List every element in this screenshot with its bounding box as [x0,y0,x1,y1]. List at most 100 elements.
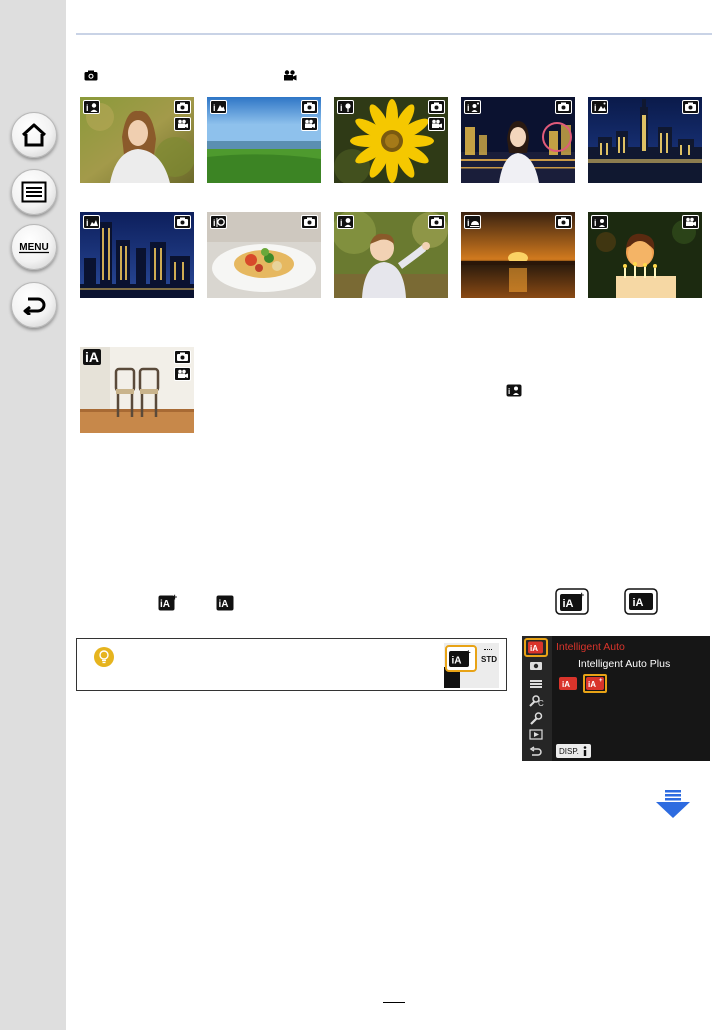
next-page-arrow-icon[interactable] [656,790,690,818]
mode-display-thumbnail: iA + STD [444,643,499,688]
scene-thumbnail-night-portrait: i [461,97,575,183]
video-icon [301,117,318,131]
svg-text:+: + [579,590,584,600]
handheld-night-mode-icon: i [83,215,100,229]
svg-text:i: i [594,218,597,228]
photo-icon [428,100,445,114]
photo-icon [428,215,445,229]
svg-text:i: i [340,218,343,228]
lightbulb-icon [94,647,114,667]
video-icon [284,70,297,81]
disp-info-button[interactable]: DISP. [556,744,591,758]
scene-thumbnail-intelligent-auto: iA [80,347,194,433]
setup-menu-icon[interactable] [529,712,543,725]
custom-menu-icon[interactable]: C [528,694,544,707]
disp-label: DISP. [559,746,579,756]
svg-text:i: i [213,218,216,228]
back-icon [23,297,46,315]
night-scenery-mode-icon: i [591,100,608,114]
intelligent-auto-option-icon[interactable]: iA [558,676,578,691]
svg-text:+: + [172,592,177,602]
intelligent-auto-icon: iA [216,595,234,611]
svg-text:iA: iA [562,680,570,689]
intelligent-auto-plus-button-icon: iA + [555,588,589,615]
svg-text:iA: iA [160,599,170,610]
scene-thumbnail-sunset: i [461,212,575,298]
svg-text:+: + [599,678,603,684]
intelligent-auto-plus-option-icon: iA + [586,677,604,690]
scene-thumbnail-night-scenery: i [588,97,702,183]
video-icon [682,215,699,229]
sunset-mode-icon: i [464,215,481,229]
photo-icon [555,215,572,229]
night-portrait-mode-icon: i [464,100,481,114]
ia-menu-tab-selected[interactable]: iA [524,638,548,657]
svg-text:i: i [508,387,510,396]
photo-icon [301,215,318,229]
low-light-mode-icon: i [591,215,608,229]
scene-thumbnail-food: i [207,212,321,298]
video-icon [428,117,445,131]
scene-thumbnail-scenery: i [207,97,321,183]
menu-button[interactable]: MENU [11,224,57,270]
back-button[interactable] [11,282,57,328]
page-number-underline [383,1002,405,1003]
photo-icon [174,100,191,114]
back-icon[interactable] [529,746,543,757]
home-button[interactable] [11,112,57,158]
tip-box: iA + STD [76,638,507,691]
scene-thumbnail-portrait: i [80,97,194,183]
scene-thumbnail-macro: i [334,97,448,183]
scene-thumbnail-handheld-night: i [80,212,194,298]
sparkle-icon [484,649,492,653]
svg-text:+: + [466,648,471,657]
photo-icon [174,350,191,364]
svg-text:i: i [594,103,597,113]
svg-text:iA: iA [563,598,574,610]
video-icon [174,117,191,131]
photo-icon [555,100,572,114]
menu-side-tabs: iA C [522,636,552,761]
photo-icon [682,100,699,114]
macro-mode-icon: i [337,100,354,114]
playback-menu-icon[interactable] [529,729,543,740]
svg-text:iA: iA [219,599,229,610]
svg-text:C: C [538,699,544,707]
svg-text:i: i [86,103,89,113]
intelligent-auto-button-icon: iA [624,588,658,615]
mode-highlight-frame: iA + [445,645,477,672]
intelligent-auto-plus-icon: iA + [449,648,471,667]
photo-icon [174,215,191,229]
menu-icon: MENU [19,242,49,254]
scene-thumbnail-baby: i [334,212,448,298]
scenery-mode-icon: i [210,100,227,114]
intelligent-auto-plus-icon: iA + [158,592,177,611]
svg-text:iA: iA [530,644,538,653]
portrait-mode-icon: i [83,100,100,114]
header-divider [76,33,712,35]
svg-text:i: i [340,103,343,113]
intelligent-auto-plus-option-selected[interactable]: iA + [583,674,607,693]
contents-icon [21,181,47,203]
motion-picture-menu-icon[interactable] [529,678,543,689]
contents-button[interactable] [11,169,57,215]
svg-text:i: i [467,218,470,228]
home-icon [21,123,47,147]
svg-text:i: i [86,218,89,228]
baby-mode-icon: i [337,215,354,229]
svg-text:iA: iA [588,680,596,689]
scene-thumbnail-low-light: i [588,212,702,298]
photo-icon [301,100,318,114]
rec-menu-icon[interactable] [529,660,543,671]
lcd-selected-option: Intelligent Auto Plus [578,658,671,670]
svg-text:MENU: MENU [19,242,48,253]
photo-icon [84,70,98,81]
svg-text:i: i [213,103,216,113]
intelligent-auto-icon: iA [83,349,101,365]
svg-text:iA: iA [452,656,462,667]
navigation-rail: MENU [0,0,66,1030]
svg-text:iA: iA [633,597,644,609]
lcd-menu-title: Intelligent Auto [556,641,625,653]
food-mode-icon: i [210,215,227,229]
video-icon [174,367,191,381]
